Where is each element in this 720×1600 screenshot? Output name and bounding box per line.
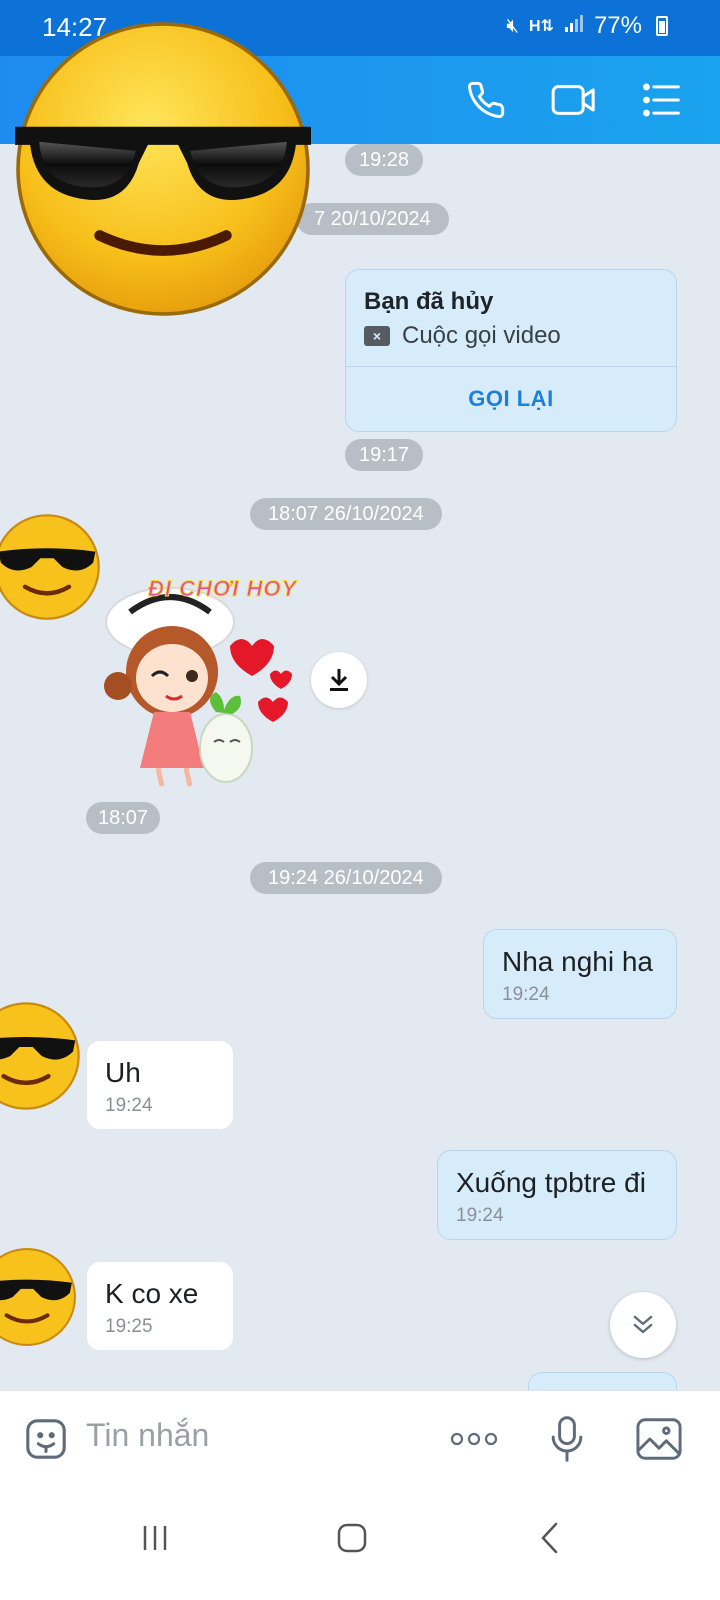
- incoming-message[interactable]: Uh 19:24: [86, 1040, 234, 1130]
- more-dots-icon: [450, 1432, 498, 1446]
- video-call-icon: [551, 85, 595, 115]
- sender-avatar[interactable]: [0, 1246, 78, 1348]
- gallery-button[interactable]: [631, 1411, 687, 1467]
- signal-icon: [564, 13, 584, 39]
- call-back-button[interactable]: GỌI LẠI: [346, 366, 676, 431]
- recent-apps-icon: [143, 1526, 167, 1550]
- phone-call-button[interactable]: [460, 74, 512, 126]
- message-list[interactable]: 19:28 7 20/10/2024 Bạn đã hủy × Cuộc gọi…: [0, 144, 720, 1390]
- home-icon: [337, 1523, 367, 1553]
- video-call-button[interactable]: [548, 74, 600, 126]
- sticker-caption: ĐI CHƠI HOY: [147, 576, 298, 602]
- profile-emoji-avatar[interactable]: [12, 18, 314, 320]
- back-button[interactable]: [520, 1508, 580, 1568]
- download-sticker-button[interactable]: [311, 652, 367, 708]
- phone-icon: [468, 81, 505, 118]
- date-separator: 19:24 26/10/2024: [250, 862, 442, 894]
- message-time: 19:24: [502, 984, 550, 1005]
- message-text: K co xe: [105, 1278, 199, 1309]
- message-time: 19:25: [105, 1316, 153, 1337]
- mute-icon: 🔇︎: [506, 14, 519, 37]
- home-button[interactable]: [322, 1508, 382, 1568]
- sticker-girl-radish[interactable]: [100, 572, 310, 792]
- outgoing-message[interactable]: Xuống tpbtre đi 19:24: [437, 1150, 677, 1240]
- incoming-message[interactable]: K co xe 19:25: [86, 1261, 234, 1351]
- call-type-label: Cuộc gọi video: [402, 322, 561, 349]
- battery-percent: 77%: [593, 12, 642, 39]
- microphone-icon: [551, 1416, 583, 1462]
- message-input-bar: Tin nhắn: [0, 1390, 720, 1484]
- date-separator: 7 20/10/2024: [296, 203, 449, 235]
- message-time: 19:24: [105, 1095, 153, 1116]
- call-status-title: Bạn đã hủy: [364, 288, 494, 315]
- download-icon: [330, 669, 348, 691]
- status-indicators: 🔇︎ H⇅ 77%: [506, 12, 668, 40]
- data-h-icon: H⇅: [528, 18, 554, 35]
- scroll-to-bottom-button[interactable]: [610, 1292, 676, 1358]
- message-text: Uh: [105, 1057, 141, 1088]
- video-cancelled-icon: ×: [364, 326, 390, 346]
- timestamp-pill: 19:17: [345, 439, 424, 471]
- timestamp-pill: 19:28: [345, 144, 424, 176]
- more-options-button[interactable]: [446, 1411, 502, 1467]
- cancelled-call-card: Bạn đã hủy × Cuộc gọi video GỌI LẠI: [345, 269, 677, 432]
- message-text: Xuống tpbtre đi: [456, 1167, 646, 1198]
- sticker-face-icon: [26, 1419, 66, 1459]
- timestamp-pill: 18:07: [86, 802, 161, 834]
- chat-menu-button[interactable]: [636, 74, 688, 126]
- image-icon: [636, 1418, 682, 1460]
- emoji-button[interactable]: [18, 1411, 74, 1467]
- double-chevron-down-icon: [633, 1315, 653, 1334]
- voice-record-button[interactable]: [539, 1411, 595, 1467]
- back-chevron-icon: [541, 1522, 558, 1554]
- battery-icon: [656, 16, 668, 36]
- message-text: Nha nghi ha: [502, 946, 654, 977]
- sender-avatar[interactable]: [0, 1000, 82, 1112]
- date-separator: 18:07 26/10/2024: [250, 498, 442, 530]
- outgoing-message[interactable]: Nha nghi ha 19:24: [483, 929, 677, 1019]
- message-input[interactable]: Tin nhắn: [86, 1417, 209, 1454]
- system-navigation-bar: [0, 1484, 720, 1600]
- menu-list-icon: [643, 83, 680, 117]
- recent-apps-button[interactable]: [125, 1508, 185, 1568]
- sender-avatar[interactable]: [0, 512, 102, 622]
- outgoing-message-partial[interactable]: [528, 1372, 677, 1390]
- message-time: 19:24: [456, 1205, 504, 1226]
- call-type: × Cuộc gọi video: [364, 322, 561, 350]
